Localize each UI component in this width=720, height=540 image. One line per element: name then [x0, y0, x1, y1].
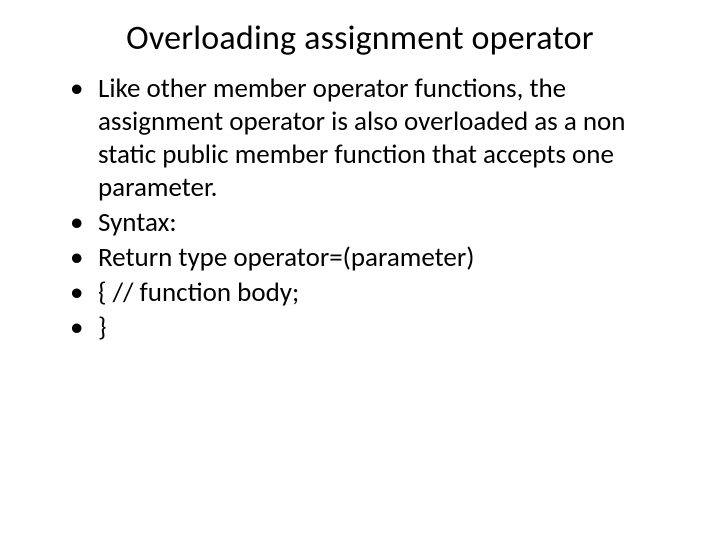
bullet-list: Like other member operator functions, th…: [40, 73, 680, 345]
list-item: Like other member operator functions, th…: [70, 73, 680, 205]
list-item: { // function body;: [70, 277, 680, 310]
list-item: Syntax:: [70, 207, 680, 240]
list-item: }: [70, 312, 680, 345]
slide-title: Overloading assignment operator: [40, 18, 680, 59]
slide: Overloading assignment operator Like oth…: [0, 0, 720, 540]
list-item: Return type operator=(parameter): [70, 242, 680, 275]
